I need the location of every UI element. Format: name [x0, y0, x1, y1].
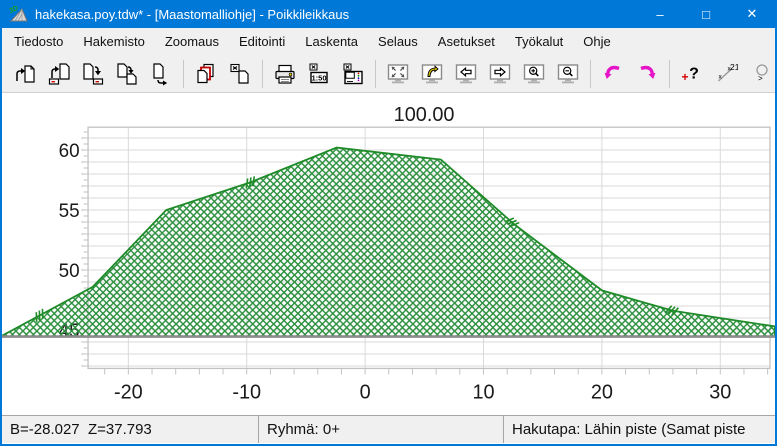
page-setup-button[interactable] [336, 59, 370, 89]
menu-tiedosto[interactable]: Tiedosto [4, 28, 73, 55]
svg-text:-20: -20 [114, 381, 143, 403]
menu-selaus[interactable]: Selaus [368, 28, 428, 55]
measure-distance-button[interactable]: x x 21 [709, 59, 743, 89]
read-elements-button[interactable] [42, 59, 76, 89]
redraw-button[interactable] [415, 59, 449, 89]
zoom-in-button[interactable] [517, 59, 551, 89]
svg-text:1:50: 1:50 [311, 73, 326, 82]
undo-icon [600, 62, 626, 86]
redraw-screen-icon [420, 62, 444, 86]
title-bar: 3D hakekasa.poy.tdw* - [Maastomalliohje]… [2, 0, 775, 28]
close-button[interactable]: ✕ [729, 0, 775, 28]
help-point-button[interactable]: ? + [675, 59, 709, 89]
copy-file-icon [115, 62, 139, 86]
menu-bar: Tiedosto Hakemisto Zoomaus Editointi Las… [2, 28, 775, 55]
app-icon[interactable]: 3D [9, 5, 29, 23]
page-setup-icon [341, 62, 365, 86]
previous-view-button[interactable] [449, 59, 483, 89]
svg-text:100.00: 100.00 [394, 104, 455, 126]
minimize-button[interactable]: – [637, 0, 683, 28]
scale-1-50-icon: 1:50 [307, 62, 331, 86]
window-title: hakekasa.poy.tdw* - [Maastomalliohje] - … [35, 7, 637, 22]
svg-text:50: 50 [59, 261, 80, 282]
open-file-button[interactable] [8, 59, 42, 89]
chart-area: 45505560-20-100102030100.00 [2, 93, 775, 415]
next-view-button[interactable] [483, 59, 517, 89]
svg-text:21: 21 [730, 62, 738, 72]
menu-hakemisto[interactable]: Hakemisto [73, 28, 154, 55]
zoom-extents-icon [386, 62, 410, 86]
copy-file-button[interactable] [110, 59, 144, 89]
svg-text:20: 20 [591, 381, 613, 403]
svg-text:60: 60 [59, 141, 80, 162]
help-point-icon: ? + [680, 62, 704, 86]
write-elements-button[interactable] [76, 59, 110, 89]
app-window: 3D hakekasa.poy.tdw* - [Maastomalliohje]… [0, 0, 777, 446]
menu-laskenta[interactable]: Laskenta [295, 28, 368, 55]
printer-icon [273, 62, 297, 86]
menu-ohje[interactable]: Ohje [573, 28, 620, 55]
status-search-mode: Hakutapa: Lähin piste (Samat piste [504, 416, 775, 443]
toolbar: 1:50 [2, 55, 775, 93]
read-elements-icon [47, 62, 71, 86]
scale-dialog-button[interactable]: 1:50 [302, 59, 336, 89]
svg-text:55: 55 [59, 201, 80, 222]
svg-text:>: > [758, 74, 763, 83]
undo-button[interactable] [596, 59, 630, 89]
zoom-out-icon [556, 62, 580, 86]
svg-text:30: 30 [709, 381, 731, 403]
zoom-extents-button[interactable] [381, 59, 415, 89]
file-stack-button[interactable] [189, 59, 223, 89]
previous-view-icon [454, 62, 478, 86]
toolbar-separator [669, 60, 670, 88]
toolbar-separator [183, 60, 184, 88]
menu-editointi[interactable]: Editointi [229, 28, 295, 55]
status-position: B=-28.027 Z=37.793 [2, 416, 259, 443]
print-button[interactable] [268, 59, 302, 89]
toolbar-separator [590, 60, 591, 88]
redo-icon [634, 62, 660, 86]
extra-tool-button[interactable]: > [743, 59, 777, 89]
cross-section-canvas[interactable]: 45505560-20-100102030100.00 [2, 93, 775, 415]
toolbar-separator [375, 60, 376, 88]
next-view-icon [488, 62, 512, 86]
maximize-button[interactable]: □ [683, 0, 729, 28]
svg-text:-10: -10 [232, 381, 261, 403]
transfer-file-icon [149, 62, 173, 86]
write-elements-icon [81, 62, 105, 86]
status-bar: B=-28.027 Z=37.793 Ryhmä: 0+ Hakutapa: L… [2, 415, 775, 443]
zoom-in-icon [522, 62, 546, 86]
menu-asetukset[interactable]: Asetukset [428, 28, 505, 55]
svg-text:10: 10 [472, 381, 494, 403]
select-file-icon [228, 62, 252, 86]
select-file-button[interactable] [223, 59, 257, 89]
measure-distance-icon: x x 21 [714, 62, 738, 86]
svg-text:0: 0 [360, 381, 371, 403]
file-stack-icon [194, 62, 218, 86]
transfer-file-button[interactable] [144, 59, 178, 89]
read-file-icon [13, 62, 37, 86]
zoom-out-button[interactable] [551, 59, 585, 89]
svg-text:+: + [681, 70, 688, 84]
status-group: Ryhmä: 0+ [259, 416, 504, 443]
menu-tyokalut[interactable]: Työkalut [505, 28, 573, 55]
toolbar-separator [262, 60, 263, 88]
menu-zoomaus[interactable]: Zoomaus [155, 28, 229, 55]
redo-button[interactable] [630, 59, 664, 89]
svg-text:?: ? [689, 65, 699, 82]
extra-tool-icon: > [748, 62, 772, 86]
